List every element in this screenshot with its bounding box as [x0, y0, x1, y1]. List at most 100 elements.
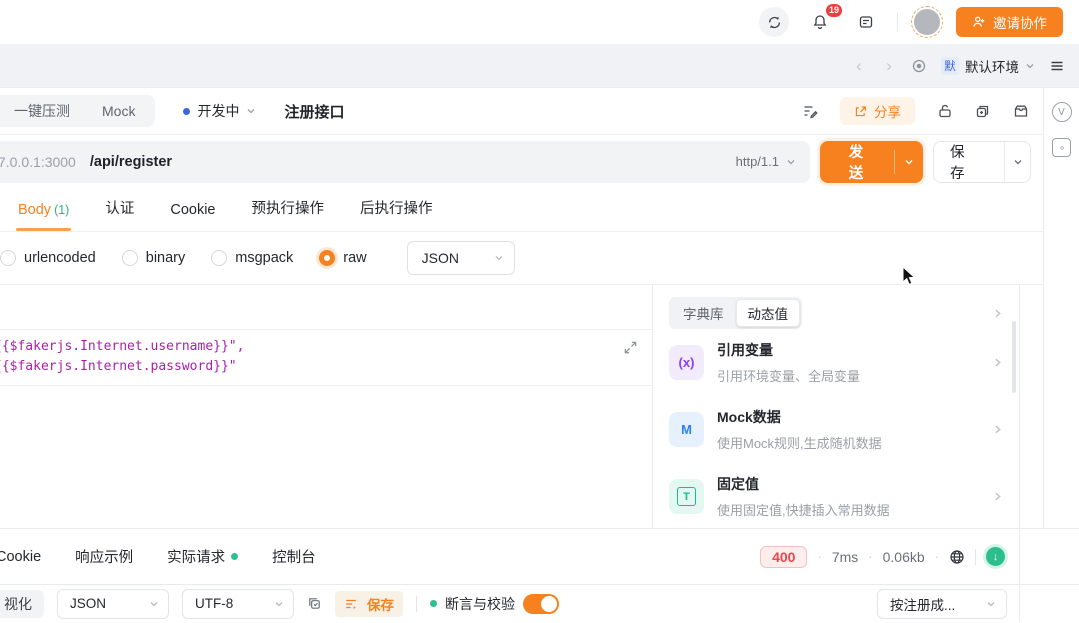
- url-input[interactable]: 7.0.0.1:3000 /api/register http/1.1: [0, 141, 810, 183]
- chevron-down-icon: [1025, 61, 1035, 71]
- list-item-mock-data[interactable]: M Mock数据 使用Mock规则,生成随机数据: [669, 396, 1003, 463]
- tab-body-label: Body: [18, 202, 51, 218]
- assertion-toggle[interactable]: [523, 594, 559, 614]
- response-format-select[interactable]: JSON: [57, 589, 169, 619]
- notification-count-badge: 19: [825, 3, 843, 18]
- assertion-label: 断言与校验: [445, 594, 515, 614]
- response-size: 0.06kb: [883, 549, 925, 565]
- invite-collaborate-button[interactable]: 邀请协作: [956, 7, 1063, 37]
- send-button[interactable]: 发 送: [820, 141, 923, 183]
- person-plus-icon: [972, 15, 986, 29]
- radio-raw[interactable]: raw: [319, 250, 366, 266]
- code-line-password: {{$fakerjs.Internet.password}}": [0, 357, 652, 377]
- feedback-icon[interactable]: [851, 7, 881, 37]
- tab-post-processors[interactable]: 后执行操作: [360, 197, 433, 231]
- sync-icon[interactable]: [759, 7, 789, 37]
- radio-circle-icon: [211, 250, 227, 266]
- save-button[interactable]: 保 存: [934, 142, 1004, 182]
- right-sidebar-strip: V ‹›: [1043, 88, 1079, 528]
- send-dropdown-caret[interactable]: [895, 157, 923, 167]
- api-status-select[interactable]: 开发中: [183, 101, 256, 121]
- response-tab-cookie[interactable]: Cookie: [0, 549, 41, 565]
- share-button[interactable]: 分享: [840, 97, 915, 125]
- edit-doc-icon[interactable]: [802, 103, 818, 119]
- fixed-value-icon: T: [669, 479, 704, 514]
- chevron-down-icon: [246, 106, 256, 116]
- response-tab-console[interactable]: 控制台: [272, 546, 316, 567]
- response-tab-example[interactable]: 响应示例: [75, 546, 133, 567]
- protocol-select[interactable]: http/1.1: [736, 154, 796, 169]
- format-icon: [344, 597, 358, 611]
- radio-raw-label: raw: [343, 250, 366, 266]
- actual-request-label: 实际请求: [167, 546, 225, 567]
- mock-tab[interactable]: Mock: [86, 103, 151, 119]
- response-format-value: JSON: [70, 596, 106, 611]
- tab-body[interactable]: Body(1): [18, 202, 69, 231]
- variable-icon: (x): [669, 345, 704, 380]
- version-icon[interactable]: V: [1052, 102, 1072, 122]
- expand-editor-icon[interactable]: [623, 340, 638, 358]
- avatar[interactable]: [914, 9, 940, 35]
- middle-section: 一键压测 Mock 开发中 注册接口: [0, 88, 1079, 528]
- body-workspace: {{$fakerjs.Internet.username}}", {{$fake…: [0, 285, 1043, 528]
- naming-select-value: 按注册成...: [890, 594, 955, 614]
- code-line-username: {{$fakerjs.Internet.username}}",: [0, 337, 652, 357]
- separator-dot: ·: [817, 549, 821, 564]
- radio-binary-label: binary: [146, 250, 186, 266]
- copy-plus-icon[interactable]: [975, 103, 991, 119]
- list-item-fixed-value[interactable]: T 固定值 使用固定值,快捷插入常用数据: [669, 463, 1003, 528]
- nav-back-icon[interactable]: ‹: [851, 56, 867, 76]
- panel-scrollbar[interactable]: [1012, 321, 1016, 393]
- separator-dot: ·: [868, 549, 872, 564]
- format-save-button[interactable]: 保存: [335, 591, 403, 617]
- copy-response-icon[interactable]: [307, 596, 322, 611]
- list-item-reference-variable[interactable]: (x) 引用变量 引用环境变量、全局变量: [669, 329, 1003, 396]
- item-title: 引用变量: [717, 340, 979, 360]
- response-tab-actual-request[interactable]: 实际请求: [167, 546, 238, 567]
- chevron-right-icon: [992, 422, 1003, 438]
- radio-urlencoded-label: urlencoded: [24, 250, 96, 266]
- api-status-label: 开发中: [197, 101, 239, 121]
- download-response-icon[interactable]: ↓: [986, 547, 1005, 566]
- invite-button-label: 邀请协作: [993, 12, 1047, 32]
- tab-pre-processors[interactable]: 预执行操作: [251, 197, 324, 231]
- item-title: Mock数据: [717, 407, 979, 427]
- archive-box-icon[interactable]: [1013, 103, 1029, 119]
- body-param-count: (1): [54, 203, 69, 217]
- item-subtitle: 使用Mock规则,生成随机数据: [717, 433, 979, 452]
- tab-auth[interactable]: 认证: [105, 197, 134, 231]
- raw-format-select[interactable]: JSON: [407, 241, 515, 275]
- response-section-bar: Cookie 响应示例 实际请求 控制台 400 · 7ms · 0.06kb …: [0, 528, 1079, 585]
- radio-msgpack[interactable]: msgpack: [211, 250, 293, 266]
- json-body-editor[interactable]: {{$fakerjs.Internet.username}}", {{$fake…: [0, 285, 653, 528]
- target-icon[interactable]: [911, 58, 927, 74]
- naming-select[interactable]: 按注册成...: [877, 589, 1007, 619]
- encoding-select[interactable]: UTF-8: [182, 589, 294, 619]
- mock-icon: M: [669, 412, 704, 447]
- dictionary-tab[interactable]: 字典库: [671, 299, 736, 327]
- response-duration: 7ms: [832, 549, 858, 565]
- code-panel-icon[interactable]: ‹›: [1052, 138, 1071, 157]
- item-title: 固定值: [717, 474, 979, 494]
- stress-test-tab[interactable]: 一键压测: [0, 101, 86, 121]
- green-dot-icon: [430, 600, 437, 607]
- panel-header: 字典库 动态值: [669, 297, 1003, 329]
- tab-cookie[interactable]: Cookie: [170, 202, 215, 231]
- visualize-tab[interactable]: 视化: [0, 590, 44, 618]
- top-bar: 19 邀请协作: [0, 0, 1079, 44]
- nav-forward-icon[interactable]: ›: [881, 56, 897, 76]
- separator-dot: ·: [935, 549, 939, 564]
- toggle-knob: [541, 596, 557, 612]
- notifications-bell-icon[interactable]: 19: [805, 7, 835, 37]
- dynamic-values-tab[interactable]: 动态值: [736, 299, 801, 327]
- panel-segmented-control: 字典库 动态值: [669, 297, 802, 329]
- environment-selector[interactable]: 默 默认环境: [941, 56, 1035, 76]
- save-dropdown-caret[interactable]: [1004, 142, 1030, 182]
- panel-collapse-icon[interactable]: [992, 308, 1003, 319]
- globe-icon[interactable]: [949, 549, 965, 565]
- lock-icon[interactable]: [937, 103, 953, 119]
- chevron-down-icon: [986, 599, 996, 609]
- radio-urlencoded[interactable]: urlencoded: [0, 250, 96, 266]
- radio-binary[interactable]: binary: [122, 250, 186, 266]
- menu-icon[interactable]: [1049, 58, 1065, 74]
